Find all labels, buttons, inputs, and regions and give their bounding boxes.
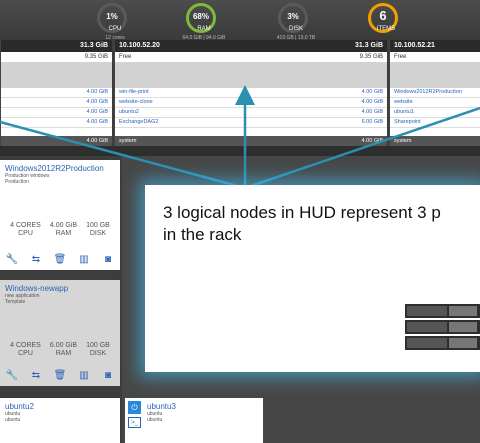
vm-tag: Template — [5, 299, 26, 305]
vm-actions: 🔧 ⇆ 🗑 ▥ ◙ — [0, 370, 120, 381]
vm-tag: Production — [5, 179, 29, 185]
vm-tag: ubuntu — [147, 417, 163, 423]
trash-icon[interactable]: 🗑 — [53, 254, 67, 265]
vm-card[interactable]: ubuntu2 ubuntu ubuntu — [0, 398, 120, 443]
console-icon[interactable]: ◙ — [101, 370, 115, 381]
migrate-icon[interactable]: ⇆ — [29, 370, 43, 381]
vm-card[interactable]: Windows-newapp new application Template … — [0, 280, 120, 386]
vm-name[interactable]: ubuntu3 — [147, 402, 258, 411]
trash-icon[interactable]: 🗑 — [53, 370, 67, 381]
vm-specs: 4 CORES CPU 6.00 GiB RAM 100 GB DISK — [10, 342, 110, 357]
console-icon[interactable]: ◙ — [101, 254, 115, 265]
snapshot-icon[interactable]: ▥ — [77, 254, 91, 265]
vm-specs: 4 CORES CPU 4.00 GiB RAM 100 GB DISK — [10, 222, 110, 237]
wrench-icon[interactable]: 🔧 — [5, 254, 19, 265]
vm-actions: 🔧 ⇆ 🗑 ▥ ◙ — [0, 254, 120, 265]
callout-text: 3 logical nodes in HUD represent 3 p in … — [163, 203, 441, 244]
server-rack-icon — [405, 304, 480, 350]
vm-card[interactable]: ⏻ >_ ubuntu3 ubuntu ubuntu — [125, 398, 263, 443]
vm-name[interactable]: Windows-newapp — [5, 284, 115, 293]
console-icon[interactable]: >_ — [128, 417, 141, 428]
wrench-icon[interactable]: 🔧 — [5, 370, 19, 381]
snapshot-icon[interactable]: ▥ — [77, 370, 91, 381]
vm-card[interactable]: Windows2012R2Production Production windo… — [0, 160, 120, 270]
vm-name[interactable]: ubuntu2 — [5, 402, 115, 411]
vm-tag: ubuntu — [5, 417, 21, 423]
vm-name[interactable]: Windows2012R2Production — [5, 164, 115, 173]
arrow-right — [244, 106, 480, 190]
power-icon[interactable]: ⏻ — [128, 401, 141, 414]
migrate-icon[interactable]: ⇆ — [29, 254, 43, 265]
